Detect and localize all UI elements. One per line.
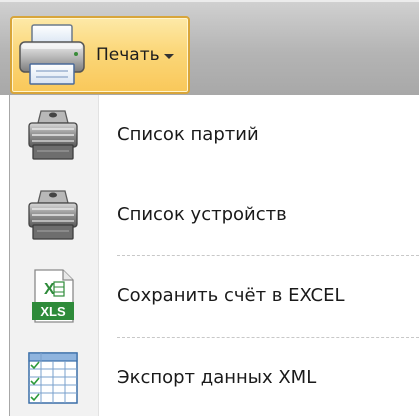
menu-item-batch-list[interactable]: Список партий [10, 95, 419, 175]
printer-icon [19, 24, 85, 85]
menu-item-label: Сохранить счёт в EXCEL [117, 285, 345, 306]
menu-item-label: Экспорт данных XML [117, 367, 317, 388]
table-grid-icon [28, 352, 78, 404]
xls-icon-text: XLS [40, 304, 66, 319]
printer-icon [28, 110, 78, 160]
svg-text:X: X [44, 281, 55, 298]
printer-icon [28, 190, 78, 240]
menu-item-save-excel[interactable]: X XLS Сохранить счёт в EXCEL [10, 256, 419, 336]
print-button-label: Печать [96, 45, 160, 65]
ribbon-toolbar: Печать [0, 2, 419, 95]
print-dropdown-menu: Список партий Список устройств X XLS Сох… [0, 95, 419, 416]
print-dropdown-button[interactable]: Печать [10, 16, 190, 94]
menu-item-export-xml[interactable]: Экспорт данных XML [10, 338, 419, 418]
excel-xls-icon: X XLS [32, 269, 74, 323]
chevron-down-icon [163, 53, 174, 59]
menu-item-label: Список устройств [117, 204, 287, 225]
menu-item-device-list[interactable]: Список устройств [10, 175, 419, 255]
menu-item-label: Список партий [117, 124, 259, 145]
